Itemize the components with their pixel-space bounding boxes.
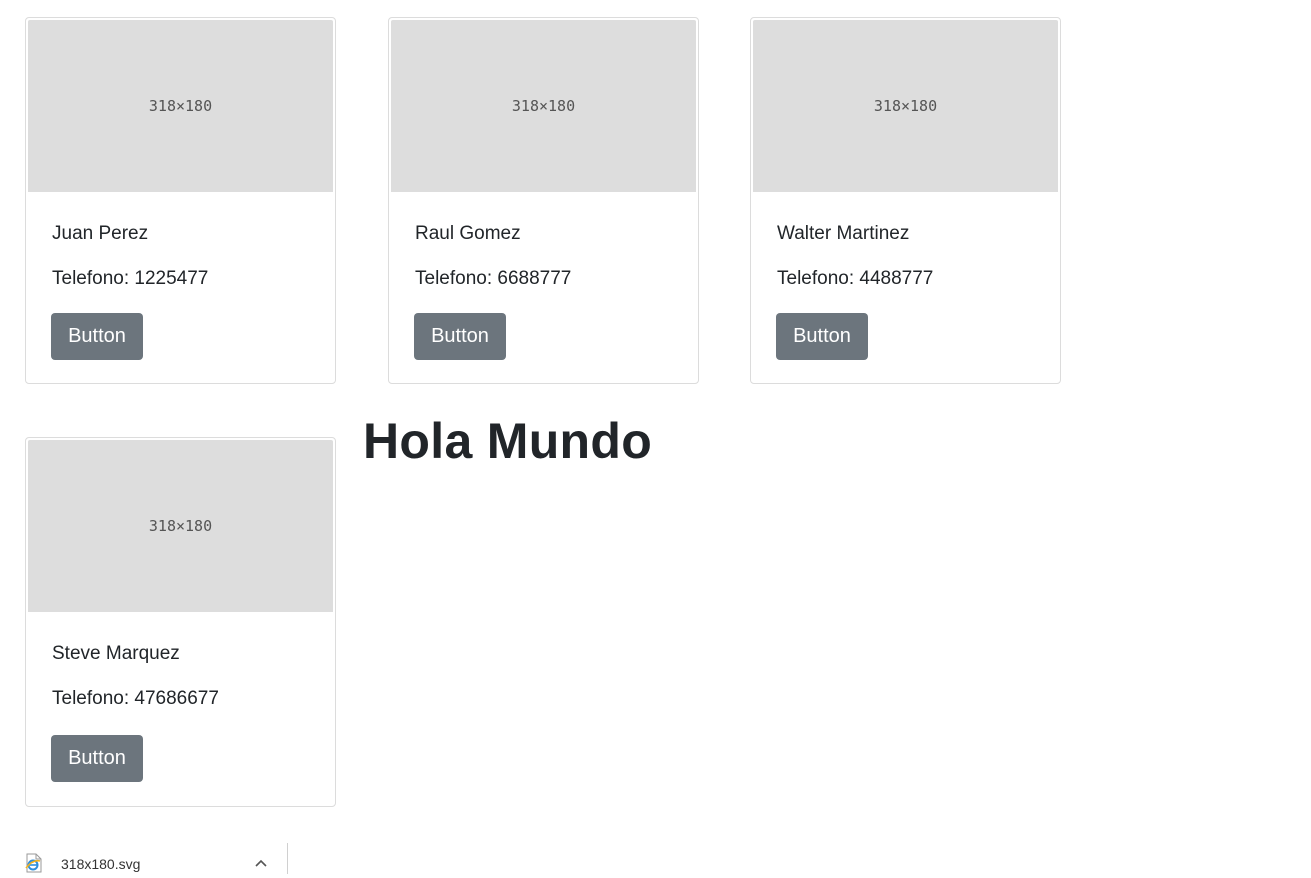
card-button[interactable]: Button [414, 313, 506, 360]
page-heading: Hola Mundo [363, 413, 653, 469]
chevron-up-icon[interactable] [252, 855, 270, 873]
card-phone: Telefono: 6688777 [415, 268, 572, 289]
card-image-label: 318×180 [148, 517, 213, 535]
download-file-name: 318x180.svg [61, 856, 141, 872]
card-name: Raul Gomez [415, 223, 521, 244]
card-image-placeholder: 318×180 [28, 20, 333, 192]
contact-card: 318×180 Raul Gomez Telefono: 6688777 But… [388, 17, 699, 384]
card-image-label: 318×180 [148, 97, 213, 115]
internet-explorer-file-icon [24, 853, 44, 873]
card-button[interactable]: Button [776, 313, 868, 360]
card-phone: Telefono: 47686677 [52, 688, 219, 709]
card-image-placeholder: 318×180 [391, 20, 696, 192]
download-item[interactable]: 318x180.svg [24, 851, 274, 875]
contact-card: 318×180 Juan Perez Telefono: 1225477 But… [25, 17, 336, 384]
card-name: Juan Perez [52, 223, 149, 244]
card-phone: Telefono: 4488777 [777, 268, 934, 289]
contact-card: 318×180 Walter Martinez Telefono: 448877… [750, 17, 1061, 384]
card-image-placeholder: 318×180 [753, 20, 1058, 192]
card-phone: Telefono: 1225477 [52, 268, 209, 289]
card-image-placeholder: 318×180 [28, 440, 333, 612]
contact-card: 318×180 Steve Marquez Telefono: 47686677… [25, 437, 336, 807]
card-image-label: 318×180 [511, 97, 576, 115]
card-button[interactable]: Button [51, 735, 143, 782]
card-image-label: 318×180 [873, 97, 938, 115]
card-button[interactable]: Button [51, 313, 143, 360]
download-bar-divider [287, 843, 288, 874]
download-bar: 318x180.svg [0, 843, 1311, 874]
card-name: Walter Martinez [777, 223, 910, 244]
card-name: Steve Marquez [52, 643, 180, 664]
